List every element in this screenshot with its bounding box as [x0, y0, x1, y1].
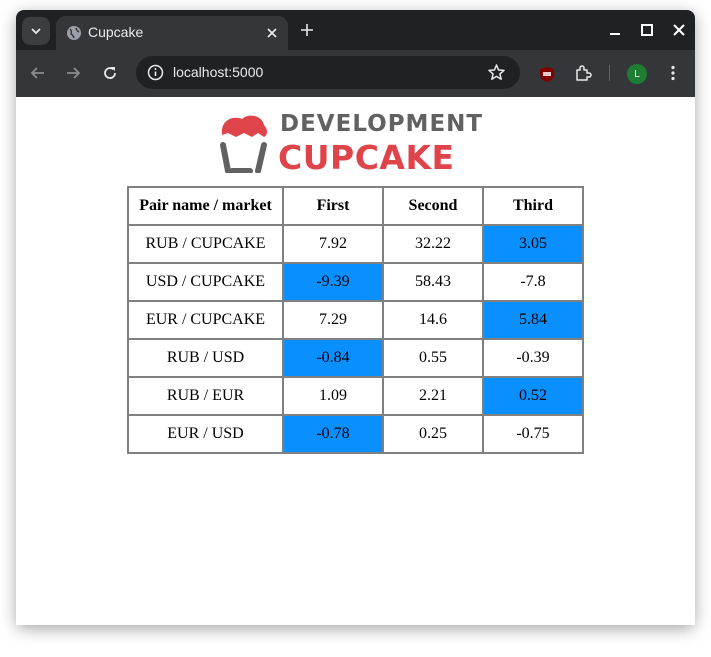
value-cell: 0.52	[482, 376, 584, 416]
column-header-pair: Pair name / market	[127, 186, 284, 226]
browser-window: Cupcake localhost:5000 L DEVELOPMENT CUP…	[16, 10, 695, 625]
table-row: RUB / CUPCAKE 7.92 32.22 3.05	[127, 224, 584, 264]
value-cell: 2.21	[382, 376, 484, 416]
table-row: RUB / USD -0.84 0.55 -0.39	[127, 338, 584, 378]
cupcake-logo-icon	[220, 115, 267, 173]
column-header-first: First	[282, 186, 384, 226]
back-arrow-icon[interactable]	[29, 64, 47, 82]
toolbar-divider	[609, 65, 610, 81]
info-icon[interactable]	[147, 64, 164, 81]
reload-icon[interactable]	[101, 64, 119, 82]
column-header-third: Third	[482, 186, 584, 226]
pair-cell: RUB / EUR	[127, 376, 284, 416]
window-close-icon[interactable]	[671, 22, 687, 38]
pair-cell: RUB / CUPCAKE	[127, 224, 284, 264]
tab-cupcake[interactable]: Cupcake	[56, 16, 288, 50]
table-row: USD / CUPCAKE -9.39 58.43 -7.8	[127, 262, 584, 302]
address-bar[interactable]: localhost:5000	[136, 56, 520, 89]
value-cell: 5.84	[482, 300, 584, 340]
pair-cell: EUR / CUPCAKE	[127, 300, 284, 340]
bookmark-star-icon[interactable]	[487, 63, 506, 82]
value-cell: 58.43	[382, 262, 484, 302]
value-cell: 7.92	[282, 224, 384, 264]
kebab-menu-icon[interactable]	[664, 64, 682, 82]
value-cell: -0.84	[282, 338, 384, 378]
url-text[interactable]: localhost:5000	[173, 64, 263, 80]
value-cell: 0.25	[382, 414, 484, 454]
logo-line2: CUPCAKE	[278, 138, 455, 177]
ublock-origin-icon[interactable]	[539, 66, 555, 83]
value-cell: 32.22	[382, 224, 484, 264]
value-cell: 3.05	[482, 224, 584, 264]
logo-line1: DEVELOPMENT	[280, 111, 484, 137]
browser-toolbar: localhost:5000 L	[16, 50, 695, 97]
value-cell: 14.6	[382, 300, 484, 340]
minimize-icon[interactable]	[607, 22, 623, 38]
tab-title: Cupcake	[88, 24, 144, 40]
pair-cell: USD / CUPCAKE	[127, 262, 284, 302]
tab-search-button[interactable]	[22, 17, 50, 45]
extensions-puzzle-icon[interactable]	[574, 64, 592, 82]
value-cell: -0.78	[282, 414, 384, 454]
globe-icon	[67, 26, 81, 40]
forward-arrow-icon[interactable]	[64, 64, 82, 82]
profile-avatar[interactable]: L	[627, 64, 647, 84]
table-row: RUB / EUR 1.09 2.21 0.52	[127, 376, 584, 416]
page-content: DEVELOPMENT CUPCAKE Pair name / market F…	[16, 97, 695, 625]
value-cell: 0.55	[382, 338, 484, 378]
price-table: Pair name / market First Second Third RU…	[127, 186, 584, 454]
value-cell: -0.75	[482, 414, 584, 454]
development-cupcake-logo: DEVELOPMENT CUPCAKE	[218, 109, 498, 177]
chevron-down-icon	[31, 28, 41, 35]
value-cell: 7.29	[282, 300, 384, 340]
table-row: EUR / CUPCAKE 7.29 14.6 5.84	[127, 300, 584, 340]
tab-strip: Cupcake	[16, 10, 695, 50]
value-cell: -9.39	[282, 262, 384, 302]
new-tab-icon[interactable]	[299, 22, 315, 38]
pair-cell: RUB / USD	[127, 338, 284, 378]
value-cell: -7.8	[482, 262, 584, 302]
pair-cell: EUR / USD	[127, 414, 284, 454]
value-cell: -0.39	[482, 338, 584, 378]
value-cell: 1.09	[282, 376, 384, 416]
column-header-second: Second	[382, 186, 484, 226]
table-header-row: Pair name / market First Second Third	[127, 186, 584, 226]
table-row: EUR / USD -0.78 0.25 -0.75	[127, 414, 584, 454]
close-icon[interactable]	[264, 25, 280, 41]
maximize-icon[interactable]	[639, 22, 655, 38]
